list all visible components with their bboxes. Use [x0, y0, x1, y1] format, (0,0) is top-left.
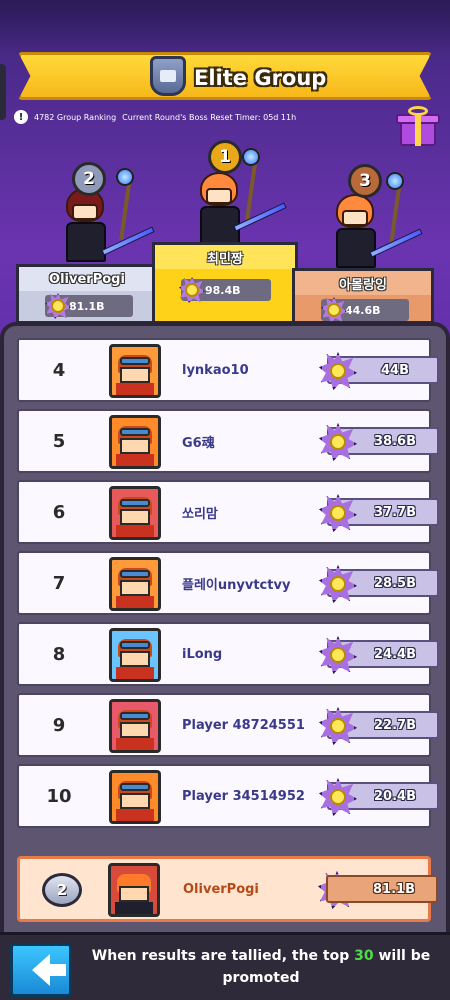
promotion-note: When results are tallied, the top 30 wil… — [91, 948, 431, 986]
player-name: 플레이unyvtctvy — [182, 577, 291, 593]
back-arrow-icon — [32, 954, 66, 986]
title-group: Elite Group — [150, 56, 327, 96]
leaderboard-row[interactable]: 7 플레이unyvtctvy 28.5B — [17, 551, 439, 615]
info-icon[interactable]: ! — [14, 110, 28, 124]
podium-name: OliverPogi — [19, 267, 155, 291]
leaderboard-row[interactable]: 4 lynkao10 44B — [17, 338, 439, 402]
leaderboard-row[interactable]: 5 G6魂 38.6B — [17, 409, 439, 473]
group-ranking-label: 4782 Group Ranking — [34, 112, 117, 122]
player-name: Player 34514952 — [182, 788, 305, 804]
avatar — [109, 486, 161, 540]
shield-icon — [150, 56, 186, 96]
rank-number: 5 — [52, 430, 66, 452]
rank-number: 10 — [46, 785, 72, 807]
avatar — [109, 770, 161, 824]
medal-icon-rank-2: 2 — [72, 162, 106, 196]
player-name: 쏘리맘 — [182, 506, 218, 522]
medal-icon-rank-1: 1 — [208, 140, 242, 174]
medal-icon-rank-3: 3 — [348, 164, 382, 198]
leaderboard-row[interactable]: 6 쏘리맘 37.7B — [17, 480, 439, 544]
avatar — [109, 344, 161, 398]
my-score: 81.1B — [326, 875, 438, 903]
page-title: Elite Group — [194, 66, 327, 90]
player-name: lynkao10 — [182, 362, 249, 378]
podium-rank-1[interactable]: 최민짱 98.4B — [152, 242, 298, 324]
my-entry-row[interactable]: 2 OliverPogi 81.1B — [17, 856, 438, 922]
rank-number: 4 — [52, 359, 66, 381]
leaderboard-row[interactable]: 9 Player 48724551 22.7B — [17, 693, 439, 757]
podium-rank-3[interactable]: 아몰랑잉 44.6B — [292, 268, 434, 324]
rank-number: 6 — [52, 501, 66, 523]
player-name: Player 48724551 — [182, 717, 305, 733]
player-name: G6魂 — [182, 435, 215, 451]
leaderboard-row[interactable]: 8 iLong 24.4B — [17, 622, 439, 686]
my-rank-badge: 2 — [42, 873, 82, 907]
rank-number: 9 — [52, 714, 66, 736]
rank-number: 8 — [52, 643, 66, 665]
avatar — [109, 557, 161, 611]
reset-timer-label: Current Round's Boss Reset Timer: 05d 11… — [122, 112, 297, 122]
podium-name: 최민짱 — [155, 245, 295, 269]
podium-rank-2[interactable]: OliverPogi 81.1B — [16, 264, 158, 324]
promotion-count: 30 — [354, 948, 374, 964]
side-tab — [0, 64, 6, 120]
rank-number: 7 — [52, 572, 66, 594]
gift-icon[interactable] — [396, 104, 440, 148]
player-name: iLong — [182, 646, 223, 662]
avatar — [108, 863, 160, 917]
hero-rank-3[interactable] — [332, 166, 432, 272]
my-player-name: OliverPogi — [183, 881, 259, 897]
avatar — [109, 699, 161, 753]
avatar — [109, 415, 161, 469]
info-row: ! 4782 Group Ranking Current Round's Bos… — [14, 110, 296, 124]
podium-name: 아몰랑잉 — [295, 271, 431, 295]
avatar — [109, 628, 161, 682]
leaderboard-row[interactable]: 10 Player 34514952 20.4B — [17, 764, 439, 828]
footer-bar: When results are tallied, the top 30 wil… — [0, 932, 450, 1000]
back-button[interactable] — [10, 943, 72, 997]
